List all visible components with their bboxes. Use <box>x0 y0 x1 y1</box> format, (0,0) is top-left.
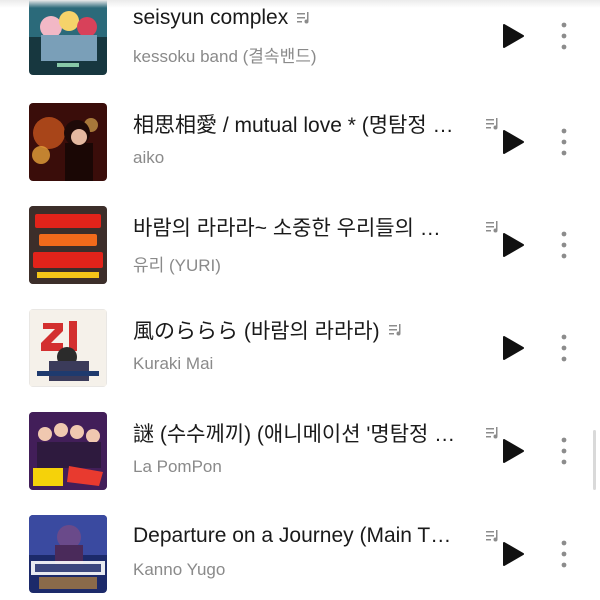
track-row[interactable]: 相思相愛 / mutual love * (명탐정 코난 극장판 주제가) ai… <box>0 103 600 206</box>
playlist-screen: seisyun complex kessoku band (결속밴드) 相思相愛… <box>0 0 600 600</box>
play-icon[interactable] <box>500 23 526 49</box>
track-artist: La PomPon <box>133 457 222 476</box>
track-title[interactable]: 相思相愛 / mutual love * (명탐정 코난 극장판 주제가) <box>133 109 458 139</box>
track-row[interactable]: 바람의 라라라~ 소중한 우리들의 추억 유리 (YURI) <box>0 206 600 309</box>
track-title-line: 바람의 라라라~ 소중한 우리들의 추억 <box>133 212 498 242</box>
play-icon[interactable] <box>500 438 526 464</box>
more-vertical-icon[interactable] <box>556 436 572 466</box>
track-row[interactable]: 風のららら (바람의 라라라) Kuraki Mai <box>0 309 600 412</box>
track-title-line: 相思相愛 / mutual love * (명탐정 코난 극장판 주제가) <box>133 109 498 139</box>
more-vertical-icon[interactable] <box>556 127 572 157</box>
track-title-line: 風のららら (바람의 라라라) <box>133 315 493 345</box>
track-row[interactable]: seisyun complex kessoku band (결속밴드) <box>0 0 600 100</box>
track-row[interactable]: Departure on a Journey (Main Theme) Kann… <box>0 515 600 600</box>
album-art-kessoku[interactable] <box>29 0 107 75</box>
track-title[interactable]: 謎 (수수께끼) (애니메이션 '명탐정 코난' 오프닝) <box>133 418 458 448</box>
top-divider <box>0 0 600 8</box>
more-vertical-icon[interactable] <box>556 230 572 260</box>
more-vertical-icon[interactable] <box>556 21 572 51</box>
track-title[interactable]: seisyun complex <box>133 6 288 30</box>
track-row[interactable]: 謎 (수수께끼) (애니메이션 '명탐정 코난' 오프닝) La PomPon <box>0 412 600 515</box>
album-art-yuri[interactable] <box>29 206 107 284</box>
track-artist: Kanno Yugo <box>133 560 226 579</box>
play-icon[interactable] <box>500 541 526 567</box>
lyrics-icon <box>486 427 498 439</box>
track-title-line: Departure on a Journey (Main Theme) <box>133 521 498 551</box>
track-artist: kessoku band (결속밴드) <box>133 47 317 66</box>
lyrics-icon <box>486 221 498 233</box>
play-icon[interactable] <box>500 335 526 361</box>
album-art-kuraki[interactable] <box>29 309 107 387</box>
album-art-aiko[interactable] <box>29 103 107 181</box>
track-title-line: 謎 (수수께끼) (애니메이션 '명탐정 코난' 오프닝) <box>133 418 498 448</box>
track-artist: Kuraki Mai <box>133 354 214 373</box>
lyrics-icon <box>297 12 309 24</box>
lyrics-icon <box>388 324 401 336</box>
track-artist: 유리 (YURI) <box>133 256 221 275</box>
track-artist: aiko <box>133 148 165 167</box>
track-title[interactable]: Departure on a Journey (Main Theme) <box>133 524 458 548</box>
album-art-sandland[interactable] <box>29 515 107 593</box>
track-title[interactable]: 바람의 라라라~ 소중한 우리들의 추억 <box>133 212 458 242</box>
more-vertical-icon[interactable] <box>556 333 572 363</box>
album-art-lapompon[interactable] <box>29 412 107 490</box>
track-title[interactable]: 風のららら (바람의 라라라) <box>133 315 380 345</box>
scrollbar[interactable] <box>593 430 596 490</box>
lyrics-icon <box>486 118 498 130</box>
play-icon[interactable] <box>500 232 526 258</box>
play-icon[interactable] <box>500 129 526 155</box>
lyrics-icon <box>486 530 498 542</box>
more-vertical-icon[interactable] <box>556 539 572 569</box>
